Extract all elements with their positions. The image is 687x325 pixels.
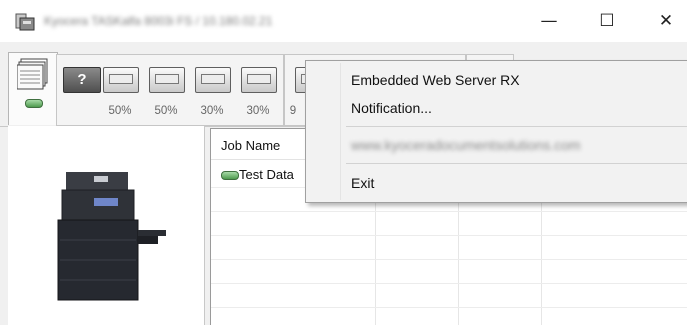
menu-item-label: Embedded Web Server RX bbox=[351, 72, 520, 88]
menu-item-website[interactable]: www.kyoceradocumentsolutions.com bbox=[306, 133, 687, 157]
row-divider bbox=[211, 283, 687, 284]
menu-separator bbox=[346, 126, 687, 127]
tray-icon-3[interactable] bbox=[195, 67, 231, 93]
maximize-button[interactable]: ☐ bbox=[584, 6, 630, 36]
job-name-cell: Test Data bbox=[239, 167, 294, 182]
row-divider bbox=[211, 307, 687, 308]
menu-item-exit[interactable]: Exit bbox=[306, 171, 687, 195]
paper-trays-group: ? 50% 50% 30% 30% bbox=[56, 54, 284, 126]
tray-level-3: 30% bbox=[200, 105, 224, 117]
tray-icon-1[interactable] bbox=[103, 67, 139, 93]
window-title: Kyocera TASKalfa 8003i FS / 10.180.02.21 bbox=[44, 14, 273, 28]
row-divider bbox=[211, 235, 687, 236]
tray-level-4: 30% bbox=[246, 105, 270, 117]
menu-item-label: Exit bbox=[351, 175, 375, 191]
help-tray-icon[interactable]: ? bbox=[63, 67, 101, 93]
close-button[interactable]: ✕ bbox=[643, 6, 687, 36]
context-menu: Embedded Web Server RX Notification... w… bbox=[305, 60, 687, 203]
job-name-column-header[interactable]: Job Name bbox=[221, 138, 280, 153]
menu-item-label: www.kyoceradocumentsolutions.com bbox=[351, 137, 581, 153]
printer-device-icon bbox=[57, 172, 166, 301]
menu-item-notification[interactable]: Notification... bbox=[306, 96, 687, 120]
paper-stack-icon bbox=[17, 58, 48, 90]
tray-level-1: 50% bbox=[108, 105, 132, 117]
menu-item-embedded-web-server[interactable]: Embedded Web Server RX bbox=[306, 68, 687, 92]
status-led-icon bbox=[25, 99, 43, 108]
tray-icon-2[interactable] bbox=[149, 67, 185, 93]
tray-level-2: 50% bbox=[154, 105, 178, 117]
minimize-button[interactable]: — bbox=[526, 6, 572, 36]
device-image-panel bbox=[8, 126, 205, 325]
tray-summary-tab[interactable] bbox=[8, 52, 58, 125]
title-bar: Kyocera TASKalfa 8003i FS / 10.180.02.21… bbox=[0, 0, 687, 42]
row-divider bbox=[211, 259, 687, 260]
job-status-icon bbox=[221, 171, 239, 180]
menu-separator bbox=[346, 163, 687, 164]
printer-app-icon bbox=[15, 13, 35, 31]
toner-level-1: 9 bbox=[289, 105, 297, 117]
menu-item-label: Notification... bbox=[351, 100, 432, 116]
tray-icon-4[interactable] bbox=[241, 67, 277, 93]
row-divider bbox=[211, 211, 687, 212]
status-monitor-window: Kyocera TASKalfa 8003i FS / 10.180.02.21… bbox=[0, 0, 687, 325]
